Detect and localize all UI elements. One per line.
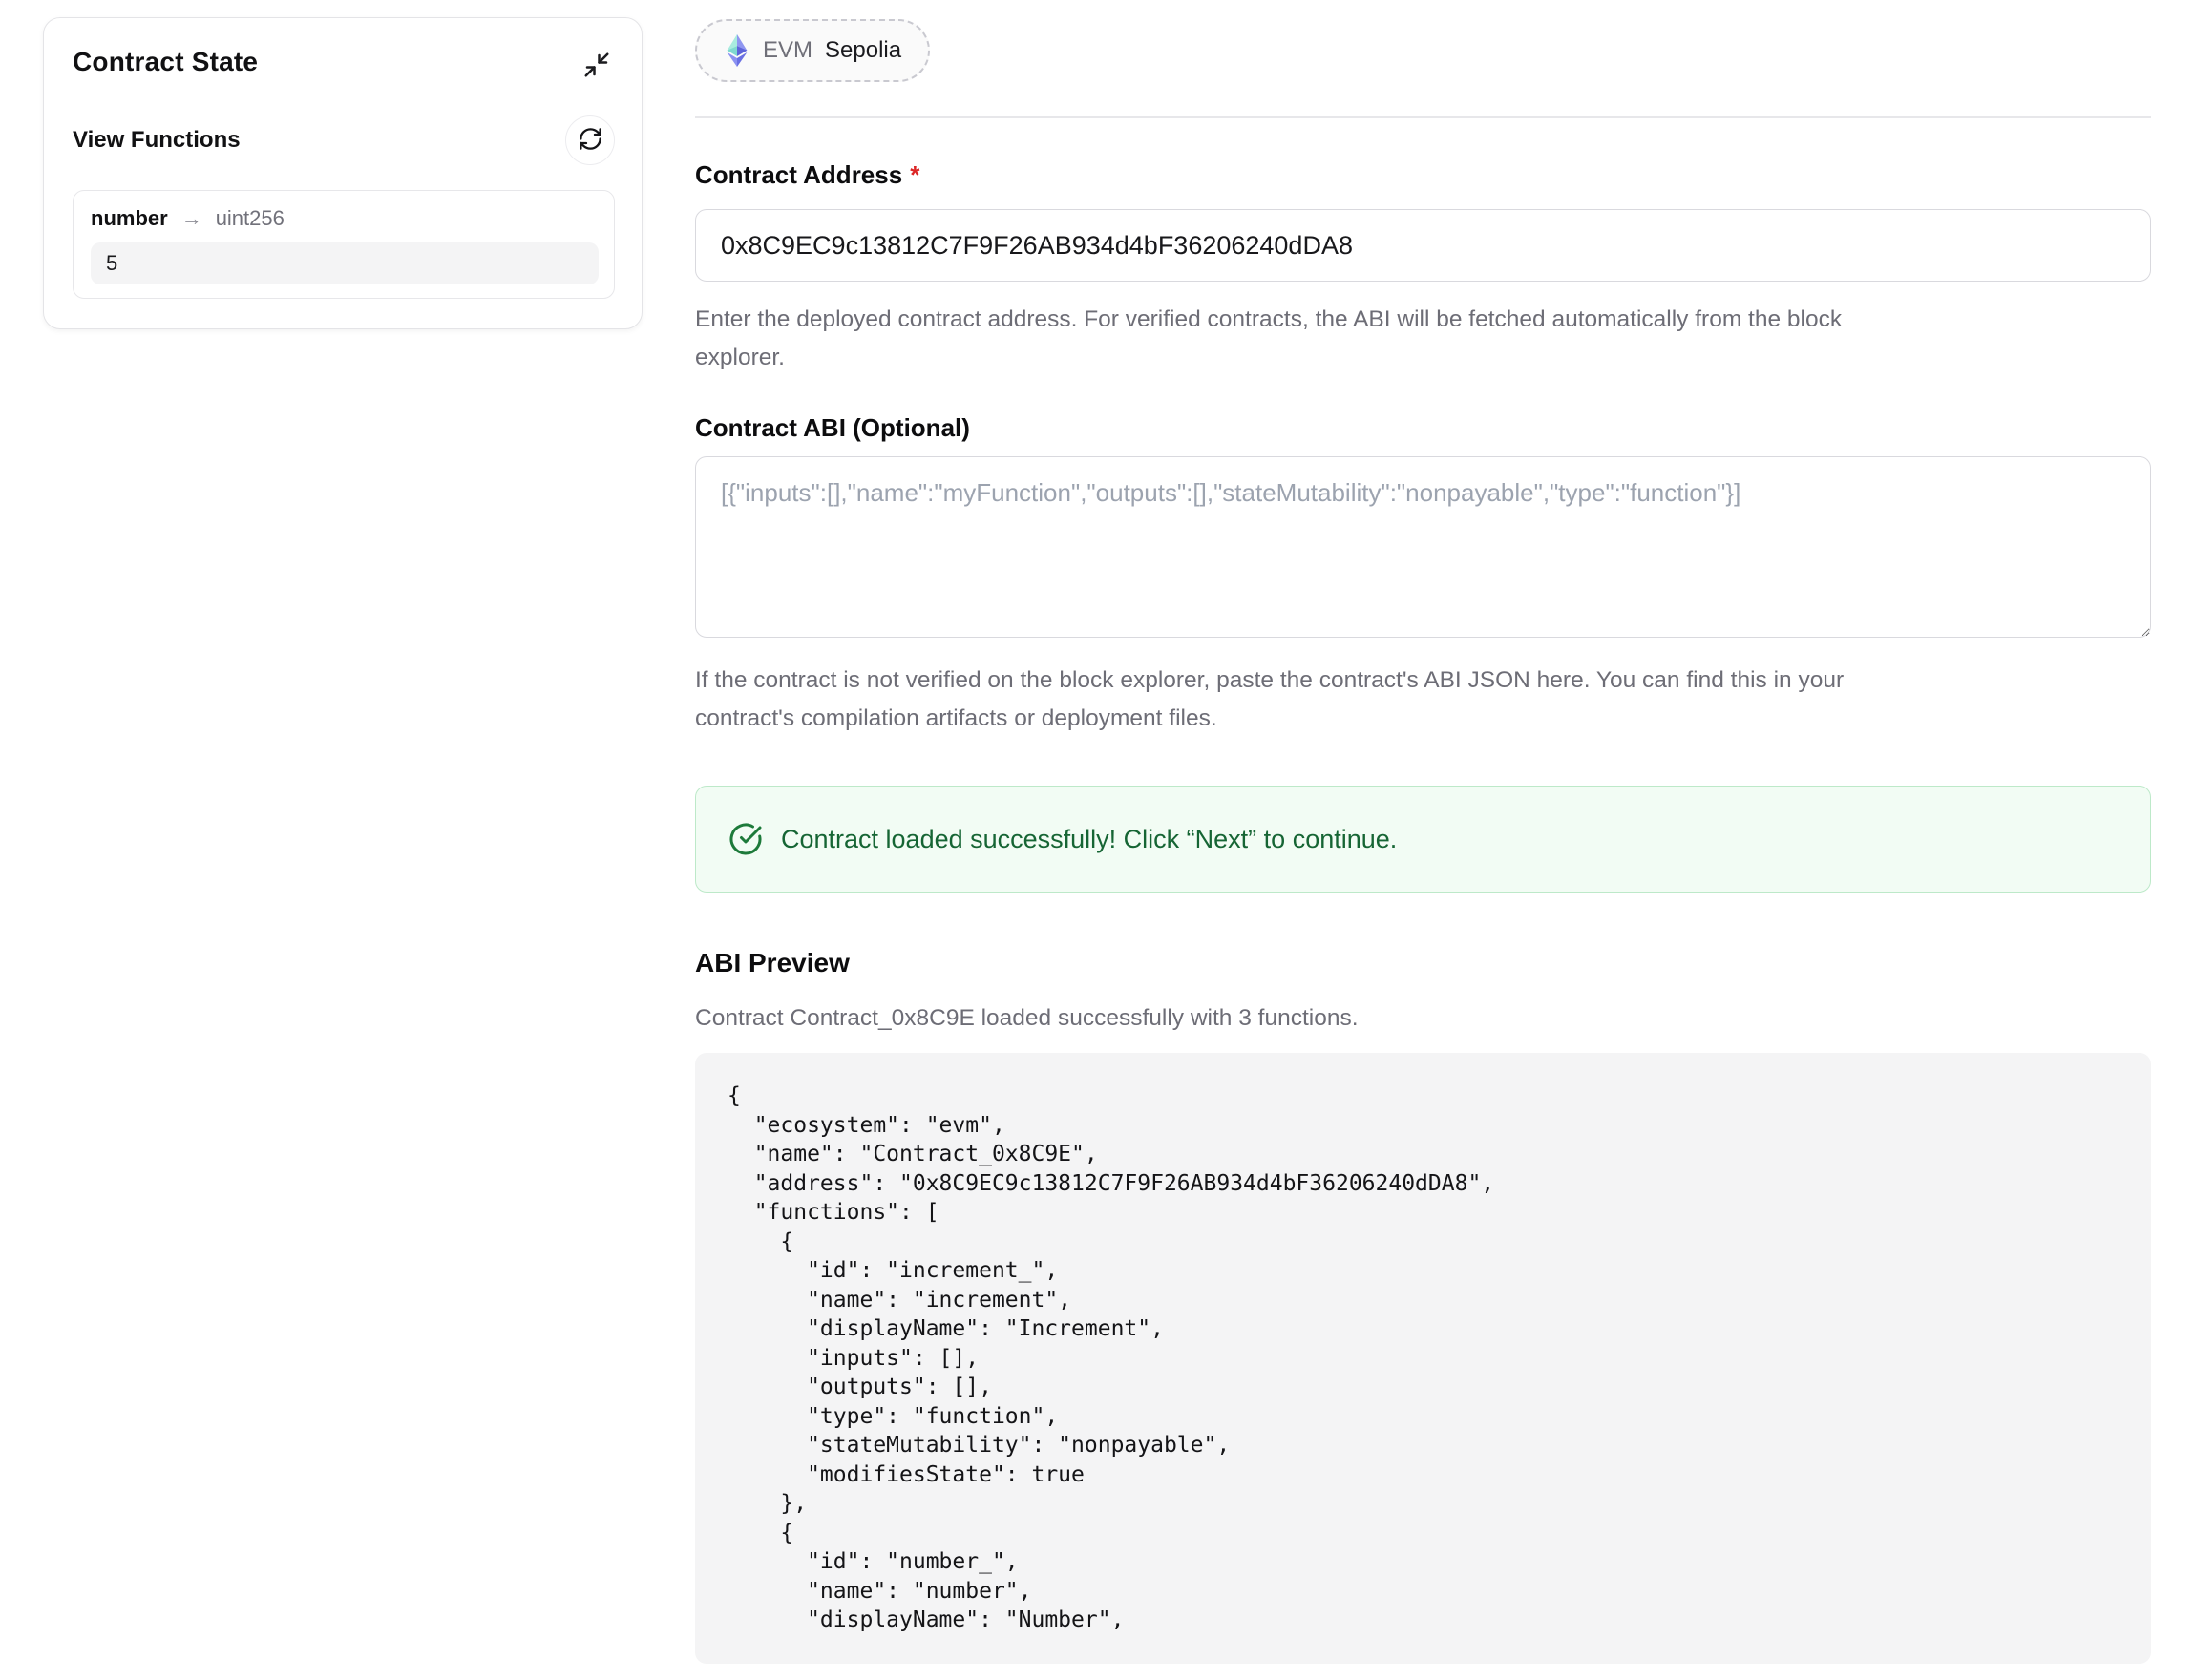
contract-state-panel: Contract State View Functions: [43, 17, 643, 329]
function-name: number: [91, 206, 168, 231]
network-chip[interactable]: EVM Sepolia: [695, 19, 930, 82]
view-functions-title: View Functions: [73, 127, 241, 154]
header-divider: [695, 116, 2151, 118]
contract-state-header: Contract State: [73, 47, 615, 83]
view-functions-row: View Functions: [73, 116, 615, 165]
abi-preview-summary: Contract Contract_0x8C9E loaded successf…: [695, 1005, 2151, 1032]
ethereum-logo-icon: [724, 34, 750, 67]
abi-preview-title: ABI Preview: [695, 948, 2151, 978]
success-alert: Contract loaded successfully! Click “Nex…: [695, 786, 2151, 892]
minimize-icon: [582, 68, 611, 82]
refresh-button[interactable]: [565, 116, 615, 165]
panel-title: Contract State: [73, 47, 258, 77]
function-result-value: 5: [91, 242, 599, 284]
function-signature: number → uint256: [91, 206, 599, 231]
contract-abi-helper: If the contract is not verified on the b…: [695, 662, 2151, 738]
contract-abi-textarea[interactable]: [695, 456, 2151, 638]
collapse-button[interactable]: [579, 47, 615, 83]
contract-address-label: Contract Address*: [695, 160, 2151, 190]
arrow-right-icon: →: [181, 206, 202, 231]
abi-preview-code[interactable]: { "ecosystem": "evm", "name": "Contract_…: [695, 1053, 2151, 1664]
contract-address-helper: Enter the deployed contract address. For…: [695, 301, 2151, 377]
contract-abi-label: Contract ABI (Optional): [695, 413, 2151, 443]
check-circle-icon: [728, 822, 763, 856]
function-return-type: uint256: [216, 206, 285, 231]
refresh-icon: [578, 126, 603, 155]
function-card-number: number → uint256 5: [73, 190, 615, 299]
success-message: Contract loaded successfully! Click “Nex…: [781, 825, 1397, 854]
chip-ecosystem-label: EVM: [763, 37, 812, 64]
chip-network-label: Sepolia: [825, 37, 901, 64]
contract-form-main: EVM Sepolia Contract Address* Enter the …: [695, 0, 2151, 1664]
contract-address-input[interactable]: [695, 209, 2151, 282]
required-marker: *: [910, 160, 919, 189]
